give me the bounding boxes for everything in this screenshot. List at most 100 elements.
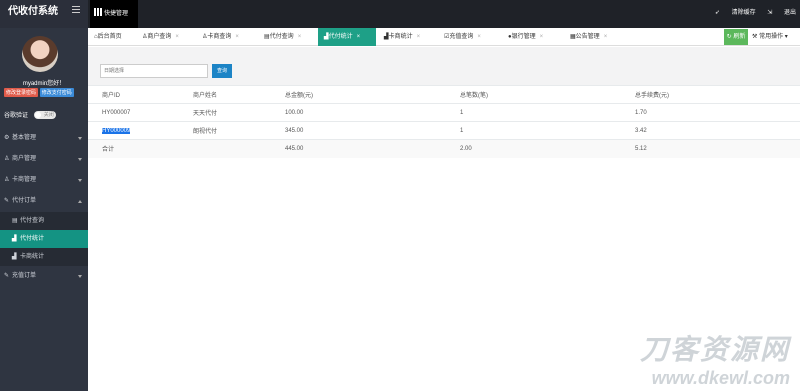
sidebar-item-card-merchants[interactable]: ♙ 卡商管理 — [0, 170, 88, 191]
total-label-cell: 合计 — [88, 139, 179, 158]
sidebar-subitem-label: 代付统计 — [20, 236, 45, 242]
column-header[interactable]: 总手续费(元) — [621, 85, 800, 104]
chevron-up-icon — [78, 200, 82, 203]
change-login-password-badge[interactable]: 修改登录密码 — [4, 88, 39, 97]
close-icon[interactable]: × — [357, 34, 361, 40]
query-button[interactable]: 查询 — [212, 64, 232, 78]
google-verify-toggle[interactable]: 关闭 — [33, 111, 56, 120]
tab-payout-stats[interactable]: ▟代付统计 × — [318, 28, 376, 46]
quick-menu-button[interactable]: 快捷管理 — [90, 0, 139, 28]
main-content: 查询 商户ID 商户姓名 总金额(元) 总笔数(笔) 总手续费(元) HY000… — [88, 47, 800, 391]
filter-bar: 查询 — [88, 47, 800, 85]
total-fee-cell: 1.70 — [621, 103, 800, 122]
column-header[interactable]: 商户ID — [88, 85, 179, 104]
sidebar: myadmin您好！ 修改登录密码 修改支付密码 谷歌验证 关闭 ⚙ 基本管理 ♙… — [0, 28, 88, 391]
grid-icon — [94, 8, 102, 16]
logout-label: 退出 — [783, 10, 796, 16]
total-amount-cell: 445.00 — [271, 139, 446, 158]
refresh-button[interactable]: ↻ 刷新 — [724, 29, 748, 45]
tab-merchant-query[interactable]: ♙商户查询 × — [136, 28, 194, 46]
tab-card-stats[interactable]: ▟卡商统计 × — [378, 28, 436, 46]
total-amount-cell: 100.00 — [271, 103, 446, 122]
sidebar-subitem-card-stats[interactable]: ▟ 卡商统计 — [0, 248, 88, 266]
user-icon: ♙ — [4, 177, 10, 183]
selected-text: HY000009 — [102, 127, 131, 134]
refresh-icon: ↻ — [726, 34, 732, 40]
tab-label: 代付统计 — [328, 34, 353, 40]
change-pay-password-badge[interactable]: 修改支付密码 — [39, 88, 74, 97]
close-icon[interactable]: × — [417, 34, 421, 40]
tab-label: 充值查询 — [449, 34, 474, 40]
sidebar-subitem-label: 卡商统计 — [20, 254, 45, 260]
password-badges: 修改登录密码 修改支付密码 — [4, 88, 74, 97]
table-total-row: 合计 445.00 2.00 5.12 — [88, 139, 800, 158]
bar-chart-icon: ▟ — [12, 236, 17, 242]
column-header[interactable]: 商户姓名 — [179, 85, 271, 104]
tab-notice-manage[interactable]: ▦公告管理 × — [564, 28, 626, 46]
sidebar-item-recharge-orders[interactable]: ✎ 充值订单 — [0, 266, 88, 287]
tab-label: 后台首页 — [97, 34, 122, 40]
app-title: 代收付系统 — [0, 0, 88, 28]
total-count-cell: 2.00 — [446, 139, 621, 158]
google-verify: 谷歌验证 关闭 — [4, 110, 56, 120]
total-empty-cell — [179, 139, 271, 158]
total-count-cell: 1 — [446, 103, 621, 122]
total-fee-cell: 5.12 — [621, 139, 800, 158]
close-icon[interactable]: × — [235, 34, 239, 40]
close-icon[interactable]: × — [175, 34, 179, 40]
close-icon[interactable]: × — [298, 34, 302, 40]
tab-recharge-query[interactable]: ☑充值查询 × — [438, 28, 500, 46]
watermark: 刀客资源网 www.dkewl.com — [640, 328, 790, 389]
google-verify-label: 谷歌验证 — [4, 113, 29, 119]
doc-icon: ▤ — [12, 218, 18, 224]
chevron-down-icon — [78, 275, 82, 278]
merchant-name-cell: 朗视代付 — [179, 121, 271, 140]
chevron-down-icon — [78, 137, 82, 140]
merchant-id-cell: HY000009 — [88, 121, 179, 140]
close-icon[interactable]: × — [540, 34, 544, 40]
sidebar-subitem-payout-stats[interactable]: ▟ 代付统计 — [0, 230, 88, 248]
menu-toggle-icon[interactable] — [72, 6, 80, 14]
top-actions: ➶ 清除缓存 ⇲ 退出 — [705, 0, 796, 28]
edit-icon: ✎ — [4, 198, 10, 204]
table-row: HY000007 天天代付 100.00 1 1.70 — [88, 103, 800, 122]
sidebar-item-merchants[interactable]: ♙ 商户管理 — [0, 149, 88, 170]
common-ops-label: 常用操作 — [759, 34, 784, 40]
column-header[interactable]: 总金额(元) — [271, 85, 446, 104]
tab-label: 商户查询 — [147, 34, 172, 40]
chevron-down-icon — [78, 158, 82, 161]
tab-label: 公告管理 — [575, 34, 600, 40]
tab-card-query[interactable]: ♙卡商查询 × — [196, 28, 256, 46]
total-fee-cell: 3.42 — [621, 121, 800, 140]
table-row: HY000009 朗视代付 345.00 1 3.42 — [88, 121, 800, 140]
close-icon[interactable]: × — [604, 34, 608, 40]
stats-table: 商户ID 商户姓名 总金额(元) 总笔数(笔) 总手续费(元) HY000007… — [88, 85, 800, 158]
tab-label: 银行管理 — [511, 34, 536, 40]
tab-payout-query[interactable]: ▤代付查询 × — [258, 28, 316, 46]
close-icon[interactable]: × — [477, 34, 481, 40]
sidebar-item-payout-orders[interactable]: ✎ 代付订单 — [0, 191, 88, 212]
tab-bank-manage[interactable]: ●银行管理 × — [502, 28, 564, 46]
chevron-down-icon: ▾ — [784, 34, 788, 40]
sidebar-item-label: 商户管理 — [12, 156, 37, 162]
common-ops-dropdown[interactable]: ⚒ 常用操作 ▾ — [752, 28, 788, 46]
date-input[interactable] — [100, 64, 208, 78]
watermark-url: www.dkewl.com — [651, 368, 790, 388]
avatar[interactable] — [22, 36, 58, 72]
tab-home[interactable]: ⌂后台首页 — [88, 28, 134, 46]
column-header[interactable]: 总笔数(笔) — [446, 85, 621, 104]
clear-cache-button[interactable]: ➶ 清除缓存 — [715, 10, 756, 16]
total-count-cell: 1 — [446, 121, 621, 140]
chevron-down-icon — [78, 179, 82, 182]
sidebar-item-label: 基本管理 — [12, 135, 37, 141]
clear-cache-label: 清除缓存 — [731, 10, 756, 16]
tab-label: 卡商统计 — [388, 34, 413, 40]
user-icon: ♙ — [4, 156, 10, 162]
sidebar-item-basic[interactable]: ⚙ 基本管理 — [0, 128, 88, 149]
sidebar-item-label: 代付订单 — [12, 198, 37, 204]
quick-menu-label: 快捷管理 — [104, 11, 129, 17]
merchant-id-cell: HY000007 — [88, 103, 179, 122]
sidebar-item-label: 充值订单 — [12, 273, 37, 279]
sidebar-subitem-payout-query[interactable]: ▤ 代付查询 — [0, 212, 88, 230]
logout-button[interactable]: ⇲ 退出 — [767, 10, 796, 16]
